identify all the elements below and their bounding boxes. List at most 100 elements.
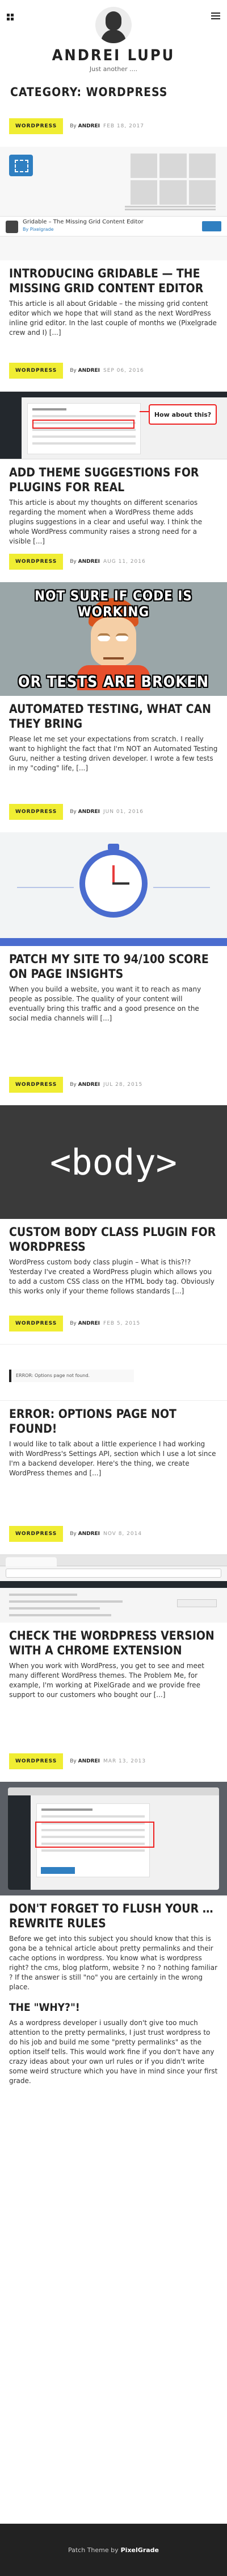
post-author: By ANDREI (70, 123, 100, 129)
post-card: WORDPRESS By ANDREI SEP 06, 2016 How abo… (0, 350, 227, 545)
grid-icon[interactable] (7, 14, 14, 20)
post-excerpt-continued: As a wordpress developer i usually don't… (9, 2019, 218, 2085)
post-title[interactable]: CHECK THE WORDPRESS VERSION WITH A CHROM… (0, 1628, 227, 1658)
post-thumbnail[interactable]: Gridable – The Missing Grid Content Edit… (0, 147, 227, 260)
category-badge[interactable]: WORDPRESS (9, 363, 64, 379)
post-date: SEP 06, 2016 (103, 368, 144, 374)
post-meta: WORDPRESS By ANDREI JUL 28, 2015 (0, 1064, 227, 1105)
author-prefix: By (70, 368, 77, 374)
post-title[interactable]: PATCH MY SITE TO 94/100 SCORE ON PAGE IN… (0, 952, 227, 981)
post-title[interactable]: AUTOMATED TESTING, WHAT CAN THEY BRING (0, 702, 227, 731)
archive-title: CATEGORY: WORDPRESS (10, 85, 168, 99)
site-logo-avatar[interactable] (95, 7, 132, 43)
post-date: JUL 28, 2015 (103, 1082, 143, 1088)
post-date: NOV 8, 2014 (103, 1531, 142, 1537)
category-badge[interactable]: WORDPRESS (9, 1316, 64, 1331)
meme-bottom-text: OR TESTS ARE BROKEN (18, 673, 209, 691)
meme-top-text: NOT SURE IF CODE IS WORKING (35, 588, 192, 620)
post-thumbnail[interactable] (0, 832, 227, 946)
author-name[interactable]: ANDREI (78, 1082, 100, 1088)
author-name[interactable]: ANDREI (78, 809, 100, 815)
post-card: WORDPRESS By ANDREI FEB 5, 2015 ERROR: O… (0, 1303, 227, 1513)
post-card: WORDPRESS By ANDREI JUL 28, 2015 <body> … (0, 1064, 227, 1303)
post-excerpt: Please let me set your expectations from… (9, 735, 218, 772)
post-thumbnail[interactable]: How about this? (0, 391, 227, 459)
author-name[interactable]: ANDREI (78, 1758, 100, 1764)
plugin-author: By Pixelgrade (23, 227, 54, 232)
author-name[interactable]: ANDREI (78, 1531, 100, 1537)
post-excerpt: When you work with WordPress, you get to… (9, 1662, 204, 1699)
post-author: By ANDREI (70, 809, 100, 815)
settings-screenshot (8, 1787, 219, 1890)
post-author: By ANDREI (70, 1082, 100, 1088)
post-card: WORDPRESS By ANDREI MAR 13, 2013 DON'T F… (0, 1741, 227, 2130)
author-prefix: By (70, 1321, 77, 1326)
post-thumbnail[interactable]: NOT SURE IF CODE IS WORKING OR TESTS ARE… (0, 582, 227, 696)
plugin-logo-icon (6, 221, 18, 233)
author-name[interactable]: ANDREI (78, 123, 100, 129)
author-prefix: By (70, 559, 77, 565)
category-badge[interactable]: WORDPRESS (9, 804, 64, 820)
post-thumbnail[interactable] (0, 1782, 227, 1895)
footer-brand-link[interactable]: PixelGrade (121, 2546, 159, 2554)
post-thumbnail[interactable] (0, 1554, 227, 1623)
site-tagline: Just another .... (89, 65, 138, 73)
post-date: AUG 11, 2016 (103, 559, 146, 565)
site-header: ANDREI LUPU Just another .... (0, 7, 227, 80)
menu-icon[interactable] (211, 13, 220, 19)
site-title[interactable]: ANDREI LUPU (0, 47, 227, 64)
site-footer: Patch Theme by PixelGrade (0, 2524, 227, 2576)
post-date: MAR 13, 2013 (103, 1758, 146, 1764)
post-card: WORDPRESS By ANDREI JUN 01, 2016 PATCH M… (0, 791, 227, 1064)
version-badge (177, 1599, 217, 1607)
post-title[interactable]: INTRODUCING GRIDABLE — THE MISSING GRID … (0, 266, 227, 296)
category-badge[interactable]: WORDPRESS (9, 1753, 64, 1769)
category-badge[interactable]: WORDPRESS (9, 1077, 64, 1093)
post-author: By ANDREI (70, 368, 100, 374)
post-card: WORDPRESS By ANDREI NOV 8, 2014 CHECK TH… (0, 1513, 227, 1741)
author-prefix: By (70, 1758, 77, 1764)
browser-url-bar (6, 1569, 221, 1578)
post-meta: WORDPRESS By ANDREI AUG 11, 2016 (0, 541, 227, 582)
post-title[interactable]: DON'T FORGET TO FLUSH YOUR … REWRITE RUL… (0, 1901, 227, 1931)
post-meta: WORDPRESS By ANDREI FEB 18, 2017 (0, 106, 227, 147)
post-author: By ANDREI (70, 1758, 100, 1764)
category-badge[interactable]: WORDPRESS (9, 1526, 64, 1542)
error-notice: ERROR: Options page not found. (9, 1370, 134, 1382)
category-badge[interactable]: WORDPRESS (9, 554, 64, 570)
post-title[interactable]: ERROR: OPTIONS PAGE NOT FOUND! (0, 1407, 227, 1436)
post-excerpt: WordPress custom body class plugin – Wha… (9, 1258, 215, 1295)
footer-credit: Patch Theme by (68, 2546, 119, 2554)
author-name[interactable]: ANDREI (78, 1321, 100, 1326)
plugin-name: Gridable – The Missing Grid Content Edit… (23, 219, 144, 225)
post-excerpt: I would like to talk about a little expe… (9, 1440, 216, 1477)
author-prefix: By (70, 123, 77, 129)
post-meta: WORDPRESS By ANDREI NOV 8, 2014 (0, 1513, 227, 1554)
post-card: WORDPRESS By ANDREI FEB 18, 2017 Gridabl… (0, 106, 227, 350)
post-card: WORDPRESS By ANDREI AUG 11, 2016 NOT SUR… (0, 541, 227, 791)
post-author: By ANDREI (70, 1531, 100, 1537)
gridable-icon (9, 155, 33, 176)
post-meta: WORDPRESS By ANDREI MAR 13, 2013 (0, 1741, 227, 1782)
grid-preview (131, 154, 216, 205)
category-badge[interactable]: WORDPRESS (9, 118, 64, 134)
post-thumbnail[interactable]: ERROR: Options page not found. (0, 1344, 227, 1401)
post-title[interactable]: ADD THEME SUGGESTIONS FOR PLUGINS FOR RE… (0, 465, 227, 495)
author-name[interactable]: ANDREI (78, 368, 100, 374)
body-tag-text: <body> (50, 1141, 177, 1183)
author-prefix: By (70, 1531, 77, 1537)
post-date: JUN 01, 2016 (103, 809, 144, 815)
author-prefix: By (70, 1082, 77, 1088)
author-prefix: By (70, 809, 77, 815)
callout: How about this? (149, 404, 217, 425)
plugin-download-button (202, 221, 221, 231)
post-excerpt: This article is about my thoughts on dif… (9, 499, 203, 545)
post-excerpt: Before we get into this subject you shou… (9, 1935, 218, 1991)
author-name[interactable]: ANDREI (78, 559, 100, 565)
post-meta: WORDPRESS By ANDREI FEB 5, 2015 (0, 1303, 227, 1344)
post-meta: WORDPRESS By ANDREI JUN 01, 2016 (0, 791, 227, 832)
post-thumbnail[interactable]: <body> (0, 1105, 227, 1219)
post-title[interactable]: CUSTOM BODY CLASS PLUGIN FOR WORDPRESS (0, 1225, 227, 1254)
post-subheading: THE "WHY?"! (9, 2001, 80, 2014)
plugin-bar: Gridable – The Missing Grid Content Edit… (0, 216, 227, 237)
